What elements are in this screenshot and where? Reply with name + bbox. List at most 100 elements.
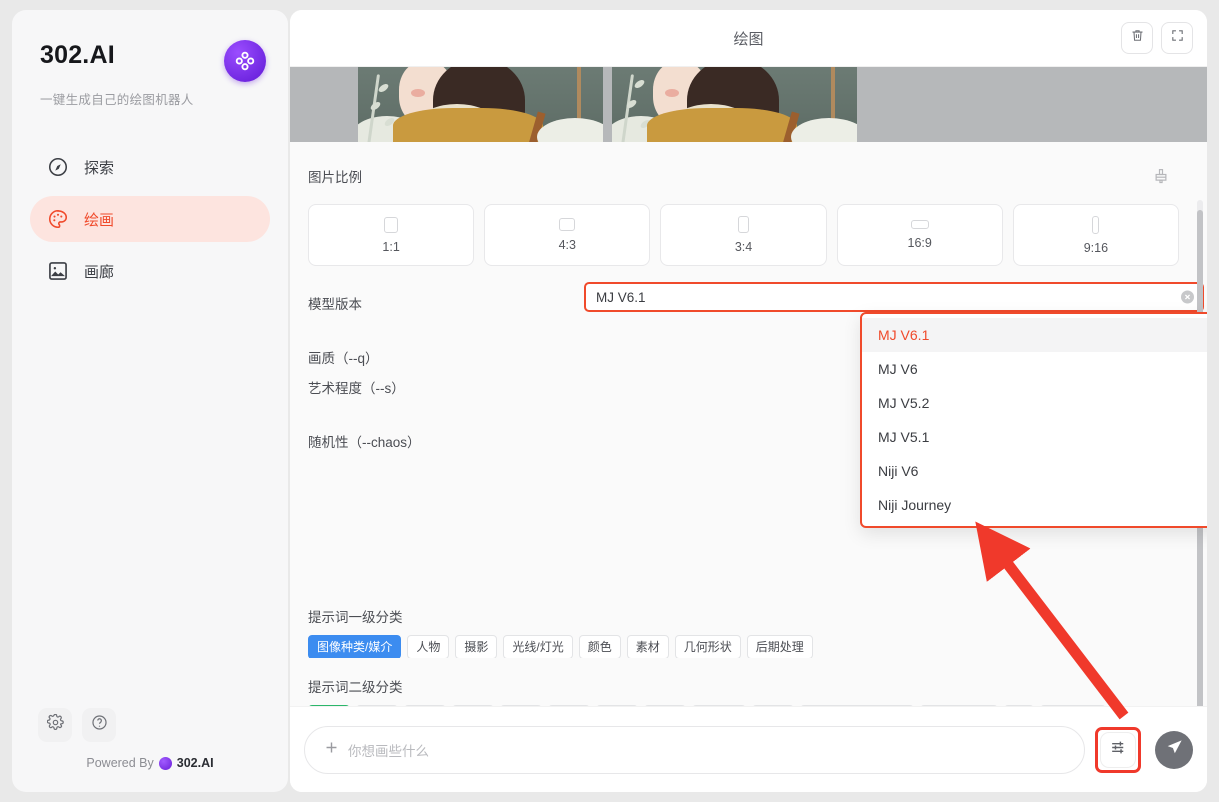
tag-chip[interactable]: 摄影	[455, 635, 498, 658]
prompt-input[interactable]: 你想画些什么	[304, 725, 1085, 774]
brand-title-block: 302.AI	[40, 40, 115, 70]
question-circle-icon	[91, 714, 108, 736]
dropdown-option[interactable]: MJ V5.1	[862, 420, 1207, 454]
page-title: 绘图	[733, 30, 764, 48]
powered-by: Powered By 302.AI	[86, 756, 213, 770]
tag-chip[interactable]: 光线/灯光	[503, 635, 573, 658]
dropdown-option[interactable]: MJ V6	[862, 352, 1207, 386]
app-root: 302.AI 一键生成自己的绘图机器人 探索 绘画 画廊 Powered By …	[0, 0, 1219, 802]
tag-section: 提示词二级分类绘画铅笔墨水粉笔画画文本打印折纸马赛克框架雕刻、蚀刻和建模陶器和玻…	[308, 676, 1179, 706]
send-icon	[1165, 738, 1184, 762]
tag-chip[interactable]: 图像种类/媒介	[308, 635, 402, 658]
tag-section: 提示词一级分类图像种类/媒介 人物 摄影 光线/灯光 颜色 素材 几何形状 后期处理	[308, 606, 1179, 658]
tag-chip[interactable]: 人物	[407, 635, 450, 658]
brand-row: 302.AI	[12, 32, 288, 82]
dropdown-option[interactable]: MJ V6.1	[862, 318, 1207, 352]
sidebar-item-label: 绘画	[84, 211, 115, 229]
sidebar-item-explore[interactable]: 探索	[30, 144, 270, 190]
settings-button[interactable]	[38, 708, 72, 742]
strip-padding-left	[290, 67, 358, 142]
composer-settings-highlight	[1095, 726, 1141, 773]
stylize-label: 艺术程度（--s）	[308, 381, 405, 396]
tag-section-label: 提示词二级分类	[308, 680, 403, 695]
preview-thumbnail[interactable]	[612, 67, 857, 142]
dropdown-option-label: MJ V6.1	[878, 327, 930, 343]
ratio-option-label: 3:4	[734, 240, 753, 254]
sidebar-nav: 探索 绘画 画廊	[12, 144, 288, 294]
ratio-option-4-3[interactable]: 4:3	[484, 204, 651, 266]
302ai-logo-icon	[224, 40, 266, 82]
sidebar-item-draw[interactable]: 绘画	[30, 196, 270, 242]
dropdown-option[interactable]: Niji V6	[862, 454, 1207, 488]
settings-scroll-area[interactable]: 图片比例 1:1 4:3 3:4 16:9 9:16 模型版本 画质（--q） …	[290, 142, 1207, 706]
model-select-value: MJ V6.1	[596, 289, 646, 305]
image-ratio-section: 图片比例 1:1 4:3 3:4 16:9 9:16	[308, 164, 1180, 266]
tag-section-label: 提示词一级分类	[308, 610, 403, 625]
dropdown-option-label: Niji V6	[878, 463, 919, 479]
model-version-label: 模型版本	[308, 297, 362, 312]
ratio-option-label: 4:3	[558, 238, 576, 252]
expand-icon	[1170, 28, 1185, 48]
ratio-option-label: 9:16	[1083, 240, 1109, 255]
ratio-option-9-16[interactable]: 9:16	[1012, 204, 1180, 266]
fullscreen-button[interactable]	[1161, 22, 1193, 54]
gear-icon	[46, 713, 64, 736]
dropdown-option[interactable]: MJ V5.2	[862, 386, 1207, 420]
ratio-option-16-9[interactable]: 16:9	[836, 204, 1003, 266]
sidebar-footer: Powered By 302.AI	[12, 708, 288, 792]
ratio-option-1-1[interactable]: 1:1	[308, 204, 475, 266]
brand-subtitle: 一键生成自己的绘图机器人	[40, 93, 194, 107]
delete-button[interactable]	[1121, 22, 1153, 54]
sidebar-item-label: 探索	[84, 159, 115, 177]
ratio-shape-icon	[910, 220, 929, 229]
prompt-composer: 你想画些什么	[290, 706, 1207, 792]
model-select-wrap: MJ V6.1 MJ V6.1 MJ V6 MJ V5.2 MJ V5.1 Niji V…	[584, 282, 1207, 528]
main-panel: 绘图 图片比例 1:1 4:3 3:4 16:9 9:16 模型版本 画质（--…	[290, 10, 1207, 792]
dropdown-option-label: MJ V5.2	[878, 395, 930, 411]
ratio-option-label: 16:9	[907, 236, 932, 250]
dropdown-option-label: MJ V6	[878, 361, 918, 377]
ratio-option-label: 1:1	[382, 239, 400, 254]
model-select-input[interactable]: MJ V6.1	[584, 282, 1204, 312]
parameter-fields: 模型版本 画质（--q） 艺术程度（--s） 随机性（--chaos） MJ V…	[308, 282, 1207, 528]
sidebar-item-gallery[interactable]: 画廊	[30, 248, 270, 294]
tag-chip[interactable]: 后期处理	[746, 635, 813, 658]
image-icon	[46, 259, 70, 283]
sliders-icon	[1109, 738, 1128, 762]
powered-by-name: 302.AI	[176, 756, 214, 770]
ratio-shape-icon	[384, 216, 399, 233]
send-button[interactable]	[1155, 730, 1193, 769]
header-bar: 绘图	[290, 10, 1207, 67]
tag-chip[interactable]: 素材	[626, 635, 669, 658]
image-ratio-label: 图片比例	[308, 170, 362, 185]
brand-title: 302.AI	[40, 41, 115, 69]
dropdown-option[interactable]: Niji Journey	[862, 488, 1207, 522]
tag-list: 图像种类/媒介 人物 摄影 光线/灯光 颜色 素材 几何形状 后期处理	[308, 635, 1179, 658]
image-preview-strip	[290, 67, 1207, 142]
clear-circle-icon[interactable]	[1181, 290, 1194, 304]
composer-settings-button[interactable]	[1100, 731, 1136, 768]
powered-by-prefix: Powered By	[86, 756, 154, 770]
dropdown-option-label: MJ V5.1	[878, 429, 930, 445]
dropdown-option-label: Niji Journey	[878, 497, 952, 513]
ratio-shape-icon	[559, 218, 576, 231]
compass-icon	[46, 155, 70, 179]
settings-form: 图片比例 1:1 4:3 3:4 16:9 9:16 模型版本 画质（--q） …	[290, 142, 1207, 706]
image-ratio-header: 图片比例	[308, 164, 1179, 188]
tag-chip[interactable]: 颜色	[578, 635, 621, 658]
plus-icon[interactable]	[323, 739, 340, 760]
302ai-small-logo-icon	[158, 756, 172, 770]
sidebar-item-label: 画廊	[84, 263, 115, 281]
prompt-input-placeholder: 你想画些什么	[348, 743, 429, 759]
brush-clear-icon[interactable]	[1149, 164, 1173, 188]
ratio-shape-icon	[738, 216, 749, 233]
sidebar-footer-buttons	[12, 708, 116, 742]
header-actions	[1121, 22, 1193, 54]
ratio-option-3-4[interactable]: 3:4	[660, 204, 827, 266]
help-button[interactable]	[82, 708, 116, 742]
prompt-tag-sections: 提示词一级分类图像种类/媒介 人物 摄影 光线/灯光 颜色 素材 几何形状 后期处理提示词二级…	[308, 606, 1179, 706]
model-select-dropdown[interactable]: MJ V6.1 MJ V6 MJ V5.2 MJ V5.1 Niji V6 Niji Jo…	[860, 312, 1207, 528]
palette-icon	[46, 207, 70, 231]
preview-thumbnail[interactable]	[358, 67, 603, 142]
tag-chip[interactable]: 几何形状	[674, 635, 741, 658]
